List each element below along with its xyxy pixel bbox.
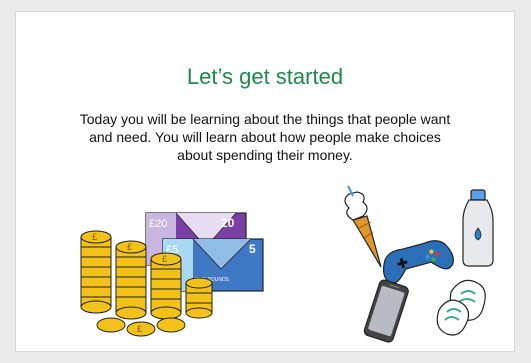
note-20-symbol: £20 (149, 218, 167, 230)
coin-stack-middle (115, 240, 147, 320)
items-illustration (344, 185, 494, 343)
slide-card: Let’s get started Today you will be lear… (15, 11, 515, 352)
mobile-phone-icon (363, 279, 409, 343)
game-controller-icon (382, 240, 454, 284)
slide-body-text: Today you will be learning about the thi… (79, 111, 451, 163)
trainers-icon (436, 279, 486, 336)
coin-stack-small (185, 277, 213, 319)
coin-symbol: £ (92, 232, 97, 242)
note-20-value: 20 (221, 216, 235, 230)
coin-symbol: £ (162, 254, 167, 264)
coin-symbol: £ (127, 242, 132, 252)
slide-title: Let’s get started (186, 64, 344, 89)
water-bottle-icon (462, 189, 494, 267)
note-5-value: 5 (249, 242, 256, 256)
ice-cream-icon (344, 185, 382, 268)
coin-stack-left (80, 230, 112, 314)
coin-symbol: £ (137, 324, 142, 334)
money-illustration: £20 20 £5 5 FIVE POUNDS £ £ £ £ (80, 212, 264, 337)
